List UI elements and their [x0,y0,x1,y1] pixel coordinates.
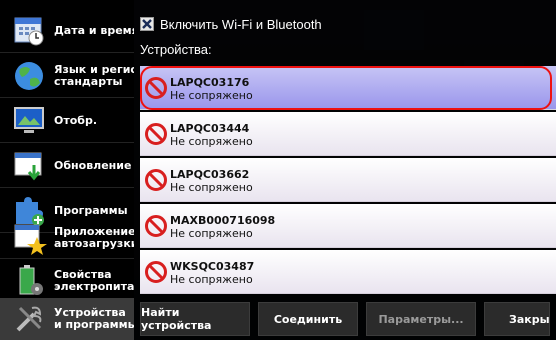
sidebar-item-update[interactable]: Обновление [0,145,134,187]
sidebar-item-devices[interactable]: Устройства и программы [0,298,134,340]
display-icon [14,107,44,133]
find-devices-button[interactable]: Найти устройства [140,302,250,336]
sidebar-item-language-region[interactable]: Язык и регио стандарты [0,55,134,97]
not-paired-icon [145,123,167,145]
sidebar-item-power-options[interactable]: Свойства электропита [0,260,134,302]
parameters-button[interactable]: Параметры... [366,302,476,336]
connect-button[interactable]: Соединить [258,302,358,336]
device-status: Не сопряжено [170,135,253,148]
device-item-lapqc03176[interactable]: LAPQC03176 Не сопряжено [140,66,556,110]
tools-icon [16,306,42,332]
device-list: LAPQC03176 Не сопряжено LAPQC03444 Не со… [140,66,556,296]
calendar-clock-icon [14,17,44,46]
selection-highlight-ring [140,66,552,110]
sidebar-item-label: Обновление [54,160,132,172]
globe-icon [15,62,43,90]
wifi-bluetooth-toggle[interactable]: Включить Wi-Fi и Bluetooth [140,14,322,34]
toggle-label: Включить Wi-Fi и Bluetooth [160,16,322,32]
checkmark-x-icon [142,19,152,29]
settings-sidebar: Дата и время Язык и регио стандарты Отоб… [0,0,134,340]
device-name: MAXB000716098 [170,214,276,227]
sidebar-item-startup-apps[interactable]: Приложение автозагрузки [0,216,134,260]
sidebar-item-label: Отобр. [54,115,98,127]
sidebar-item-label: Свойства электропита [54,269,134,293]
device-status: Не сопряжено [170,227,253,240]
sidebar-item-label: Дата и время [54,25,134,37]
panel-button-bar: Найти устройства Соединить Параметры... … [140,302,556,338]
sidebar-item-display[interactable]: Отобр. [0,100,134,142]
device-item-lapqc03662[interactable]: LAPQC03662 Не сопряжено [140,158,556,202]
device-name: LAPQC03444 [170,122,250,135]
device-item-lapqc03444[interactable]: LAPQC03444 Не сопряжено [140,112,556,156]
device-status: Не сопряжено [170,273,253,286]
sidebar-item-label: Язык и регио стандарты [54,64,134,88]
not-paired-icon [145,169,167,191]
not-paired-icon [145,215,167,237]
battery-icon [19,265,43,295]
sidebar-item-date-time[interactable]: Дата и время [0,10,134,52]
sidebar-item-label: Приложение автозагрузки [54,226,134,250]
device-status: Не сопряжено [170,181,253,194]
toggle-checkbox[interactable] [140,17,154,31]
device-item-wksqc03487[interactable]: WKSQC03487 Не сопряжено [140,250,556,294]
not-paired-icon [145,261,167,283]
device-item-maxb000716098[interactable]: MAXB000716098 Не сопряжено [140,204,556,248]
update-icon [14,152,42,181]
close-button[interactable]: Закрыть [484,302,550,336]
device-name: LAPQC03662 [170,168,250,181]
device-name: WKSQC03487 [170,260,255,273]
startup-star-icon [14,224,47,255]
devices-heading: Устройства: [140,42,212,57]
bluetooth-devices-panel: Включить Wi-Fi и Bluetooth Устройства: L… [134,0,556,340]
sidebar-item-label: Устройства и программы [54,307,134,331]
